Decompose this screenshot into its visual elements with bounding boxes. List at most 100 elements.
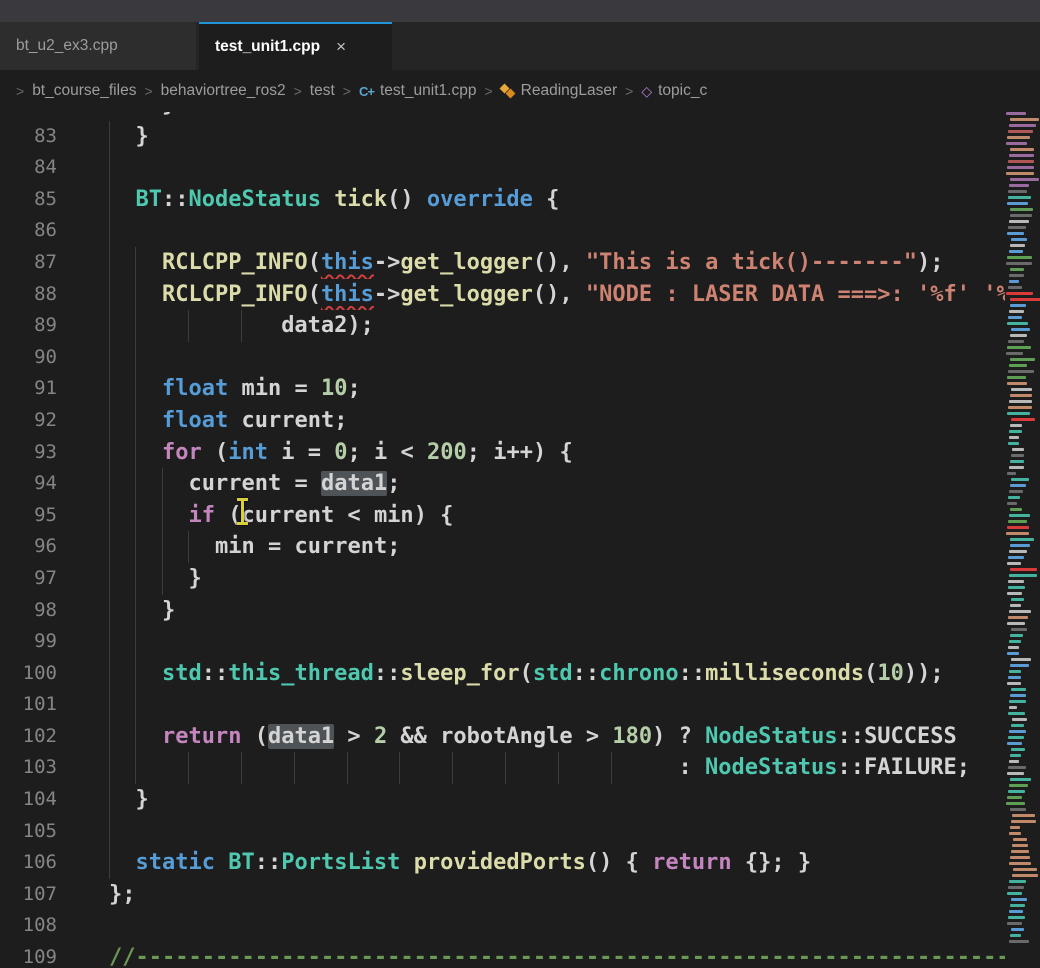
code-line-96[interactable]: 96 min = current; xyxy=(0,531,1005,563)
minimap-line xyxy=(1010,148,1034,151)
line-number: 100 xyxy=(0,658,57,690)
minimap-line xyxy=(1010,298,1040,301)
code-line-82[interactable]: 82 } xyxy=(0,112,1005,121)
code-line-94[interactable]: 94 current = data1; xyxy=(0,468,1005,500)
indent-guide xyxy=(347,752,348,784)
minimap-line xyxy=(1011,724,1024,727)
indent-guide xyxy=(162,563,163,595)
code-line-99[interactable]: 99 xyxy=(0,626,1005,658)
minimap-line xyxy=(1007,412,1030,415)
minimap-line xyxy=(1009,832,1021,835)
indent-guide xyxy=(135,247,136,279)
code-line-104[interactable]: 104 } xyxy=(0,784,1005,816)
indent-guide xyxy=(109,658,110,690)
code-line-109[interactable]: 109//-----------------------------------… xyxy=(0,942,1005,968)
minimap-line xyxy=(1006,802,1025,805)
minimap-line xyxy=(1008,646,1019,649)
minimap-line xyxy=(1009,880,1026,883)
code-line-97[interactable]: 97 } xyxy=(0,563,1005,595)
indent-guide xyxy=(109,626,110,658)
minimap-line xyxy=(1010,544,1030,547)
code-line-101[interactable]: 101 xyxy=(0,689,1005,721)
minimap-line xyxy=(1010,904,1025,907)
minimap-line xyxy=(1011,478,1029,481)
code-line-108[interactable]: 108 xyxy=(0,910,1005,942)
close-icon[interactable]: × xyxy=(336,37,346,57)
minimap-line xyxy=(1010,778,1031,781)
minimap-line xyxy=(1007,232,1024,235)
breadcrumb-item-bt_course_files[interactable]: bt_course_files xyxy=(32,82,136,100)
code-line-106[interactable]: 106 static BT::PortsList providedPorts()… xyxy=(0,847,1005,879)
tab-test_unit1[interactable]: test_unit1.cpp × xyxy=(199,22,392,70)
breadcrumb-label: ReadingLaser xyxy=(521,82,618,100)
minimap-line xyxy=(1013,838,1027,841)
code-line-103[interactable]: 103 : NodeStatus::FAILURE; xyxy=(0,752,1005,784)
code-line-98[interactable]: 98 } xyxy=(0,595,1005,627)
tab-bt_u2_ex3[interactable]: bt_u2_ex3.cpp xyxy=(0,22,196,70)
line-number: 85 xyxy=(0,184,57,216)
breadcrumb-item-behaviortree_ros2[interactable]: behaviortree_ros2 xyxy=(161,82,286,100)
minimap-line xyxy=(1010,538,1034,541)
code-line-102[interactable]: 102 return (data1 > 2 && robotAngle > 18… xyxy=(0,721,1005,753)
line-number: 95 xyxy=(0,500,57,532)
minimap-line xyxy=(1011,388,1032,391)
breadcrumb-item-test_unit1.cpp[interactable]: C+test_unit1.cpp xyxy=(359,82,477,100)
code-line-85[interactable]: 85 BT::NodeStatus tick() override { xyxy=(0,184,1005,216)
code-line-105[interactable]: 105 xyxy=(0,816,1005,848)
minimap-line xyxy=(1011,658,1031,661)
minimap-line xyxy=(1012,814,1035,817)
indent-guide xyxy=(109,152,110,184)
minimap-line xyxy=(1007,772,1024,775)
code-line-100[interactable]: 100 std::this_thread::sleep_for(std::chr… xyxy=(0,658,1005,690)
indent-guide xyxy=(109,342,110,374)
chevron-right-icon: > xyxy=(484,83,492,99)
indent-guide xyxy=(135,658,136,690)
minimap-line xyxy=(1010,508,1022,511)
minimap-line xyxy=(1009,514,1030,517)
minimap-line xyxy=(1011,454,1024,457)
minimap-line xyxy=(1008,226,1026,229)
vscode-window: bt_u2_ex3.cpp test_unit1.cpp × > bt_cours… xyxy=(0,0,1040,968)
minimap-line xyxy=(1008,736,1024,739)
minimap-line xyxy=(1012,844,1028,847)
code-line-84[interactable]: 84 xyxy=(0,152,1005,184)
code-line-91[interactable]: 91 float min = 10; xyxy=(0,373,1005,405)
code-line-87[interactable]: 87 RCLCPP_INFO(this->get_logger(), "This… xyxy=(0,247,1005,279)
code-line-92[interactable]: 92 float current; xyxy=(0,405,1005,437)
minimap-line xyxy=(1008,316,1022,319)
minimap-line xyxy=(1013,868,1037,871)
code-line-86[interactable]: 86 xyxy=(0,215,1005,247)
breadcrumb-label: test xyxy=(310,82,335,100)
breadcrumb-item-test[interactable]: test xyxy=(310,82,335,100)
code-line-83[interactable]: 83 } xyxy=(0,121,1005,153)
minimap-line xyxy=(1010,244,1025,247)
line-number: 106 xyxy=(0,847,57,879)
minimap-line xyxy=(1008,370,1034,373)
code-line-88[interactable]: 88 RCLCPP_INFO(this->get_logger(), "NODE… xyxy=(0,279,1005,311)
minimap-line xyxy=(1008,886,1024,889)
chevron-right-icon: > xyxy=(343,83,351,99)
breadcrumb-item-topic_c[interactable]: ◇topic_c xyxy=(641,82,707,100)
minimap-line xyxy=(1011,688,1026,691)
minimap-line xyxy=(1007,682,1021,685)
minimap[interactable] xyxy=(1005,112,1040,968)
code-line-89[interactable]: 89 data2); xyxy=(0,310,1005,342)
minimap-line xyxy=(1010,604,1021,607)
code-line-95[interactable]: 95 if (current < min) { xyxy=(0,500,1005,532)
minimap-line xyxy=(1008,130,1033,133)
breadcrumb-item-ReadingLaser[interactable]: ReadingLaser xyxy=(501,82,618,100)
indent-guide xyxy=(188,310,189,342)
indent-guide xyxy=(109,279,110,311)
indent-guide xyxy=(109,816,110,848)
minimap-line xyxy=(1009,490,1023,493)
indent-guide xyxy=(109,531,110,563)
minimap-line xyxy=(1008,616,1028,619)
indent-guide xyxy=(135,531,136,563)
minimap-line xyxy=(1009,730,1026,733)
code-editor[interactable]: 82 }83 }8485 BT::NodeStatus tick() overr… xyxy=(0,112,1040,968)
breadcrumb-label: test_unit1.cpp xyxy=(380,82,477,100)
code-line-93[interactable]: 93 for (int i = 0; i < 200; i++) { xyxy=(0,437,1005,469)
line-number: 88 xyxy=(0,279,57,311)
code-line-90[interactable]: 90 xyxy=(0,342,1005,374)
code-line-107[interactable]: 107}; xyxy=(0,879,1005,911)
